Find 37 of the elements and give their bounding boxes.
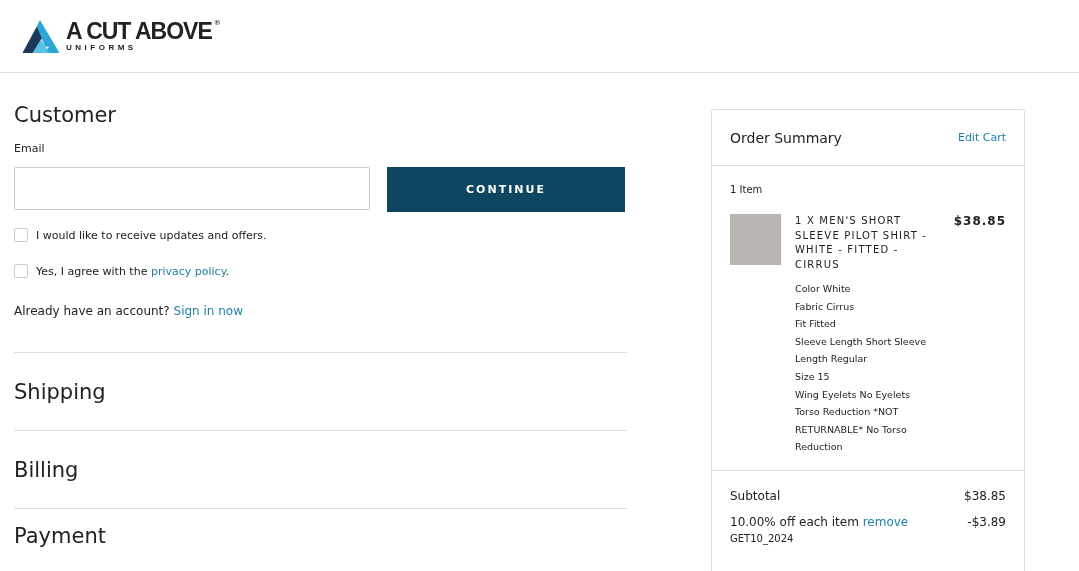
item-count: 1 Item bbox=[730, 184, 764, 195]
subtotal-amount: $38.85 bbox=[964, 488, 1006, 503]
section-heading: Payment bbox=[14, 523, 106, 549]
product-photo-placeholder bbox=[730, 214, 781, 265]
account-prompt: Already have an account? Sign in now bbox=[14, 304, 245, 318]
remove-link[interactable]: remove bbox=[862, 514, 909, 529]
checkbox-label: I would like to receive updates and offers. bbox=[36, 228, 267, 242]
product-option: Color White bbox=[795, 280, 940, 298]
checkbox[interactable] bbox=[14, 228, 28, 242]
product-option: Fit Fitted bbox=[795, 315, 940, 333]
section-heading: Shipping bbox=[14, 378, 106, 405]
checkbox-label: Yes, I agree with the privacy policy. bbox=[36, 264, 230, 278]
product-option: Sleeve Length Short Sleeve bbox=[795, 332, 940, 351]
email-field[interactable] bbox=[14, 167, 370, 210]
product-option: Torso Reduction *NOT RETURNABLE* No Torso Reduction bbox=[795, 403, 940, 456]
field-label: Email bbox=[14, 142, 46, 155]
product-option: Fabric Cirrus bbox=[795, 297, 940, 316]
edit-cart-link[interactable]: Edit Cart bbox=[957, 131, 1006, 144]
product-option: Length Regular bbox=[795, 350, 940, 368]
discount-label: 10.00% off each item remove bbox=[730, 514, 909, 529]
product-price: $38.85 bbox=[953, 214, 1006, 230]
privacy-policy-link[interactable]: privacy policy bbox=[150, 264, 226, 278]
subtotal-label: Subtotal bbox=[730, 488, 781, 503]
continue-button[interactable]: CONTINUE bbox=[387, 167, 625, 212]
logo-subtitle: UNIFORMS bbox=[66, 43, 138, 53]
product-option: Size 15 bbox=[795, 367, 940, 386]
logo-wordmark: A CUT ABOVE bbox=[66, 19, 212, 43]
section-heading: Billing bbox=[14, 456, 79, 483]
triangle-logo-icon bbox=[22, 19, 60, 53]
sign-in-link[interactable]: Sign in now bbox=[173, 304, 244, 318]
checkbox[interactable] bbox=[14, 264, 28, 278]
discount-amount: -$3.89 bbox=[967, 514, 1006, 529]
product-option: Wing Eyelets No Eyelets bbox=[795, 385, 940, 404]
card-title: Order Summary bbox=[730, 129, 842, 146]
section-heading: Customer bbox=[14, 102, 117, 128]
coupon-code: GET10_2024 bbox=[730, 532, 795, 544]
product-name: 1 X MEN'S SHORT SLEEVE PILOT SHIRT - WHITE - FITTED - CIRRUS bbox=[795, 214, 929, 272]
